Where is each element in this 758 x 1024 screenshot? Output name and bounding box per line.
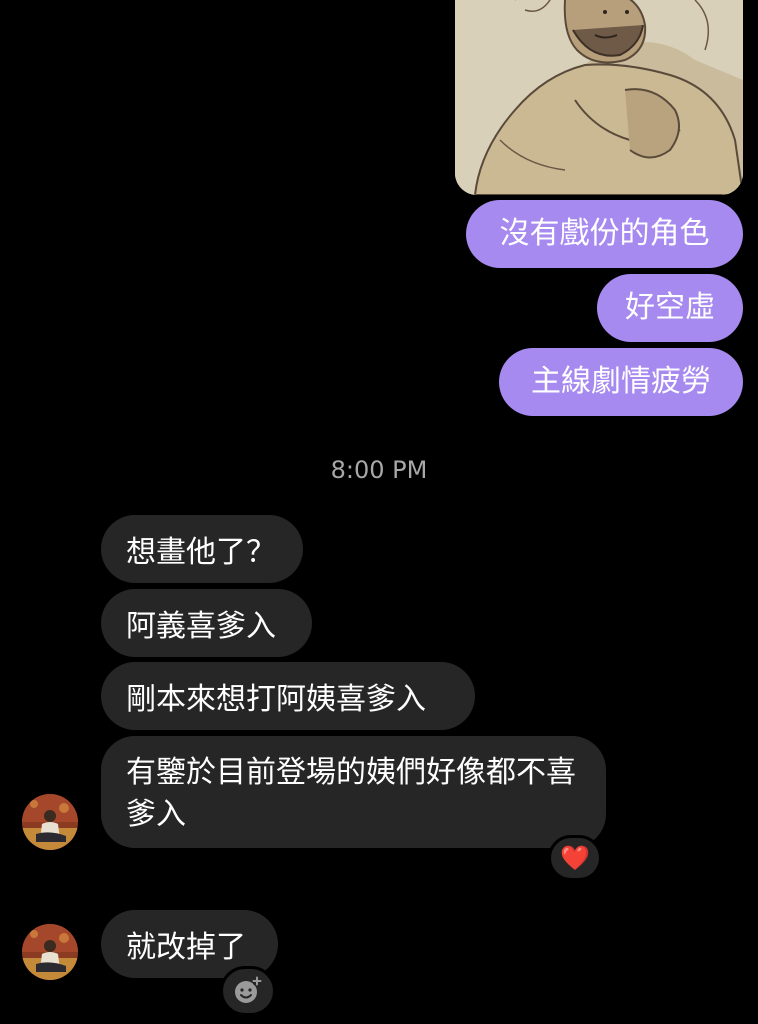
message-text: 想畫他了？ [126,535,276,570]
message-text: 沒有戲份的角色 [499,216,710,251]
avatar[interactable] [22,924,78,980]
sketch-drawing [455,0,743,195]
heart-reaction[interactable]: ❤️ [548,835,602,881]
shared-sketch-image[interactable] [455,0,743,195]
message-text: 就改掉了 [126,930,246,965]
incoming-message-3[interactable]: 剛本來想打阿姨喜爹入 [101,662,475,730]
message-timestamp: 8:00 PM [330,456,428,484]
outgoing-message-1[interactable]: 沒有戲份的角色 [466,200,743,268]
incoming-message-2[interactable]: 阿義喜爹入 [101,589,312,657]
add-reaction-icon [235,976,262,1003]
message-text: 有鑒於目前登場的姨們好像都不喜爹入 [126,755,576,832]
heart-reaction-icon: ❤️ [560,844,590,872]
message-text: 好空虛 [625,290,715,325]
incoming-message-1[interactable]: 想畫他了？ [101,515,303,583]
outgoing-message-3[interactable]: 主線劇情疲勞 [499,348,743,416]
avatar[interactable] [22,794,78,850]
message-text: 主線劇情疲勞 [531,364,711,399]
message-text: 阿義喜爹入 [126,609,276,644]
message-text: 剛本來想打阿姨喜爹入 [126,682,426,717]
incoming-message-4[interactable]: 有鑒於目前登場的姨們好像都不喜爹入 [101,736,606,848]
outgoing-message-2[interactable]: 好空虛 [597,274,743,342]
add-reaction-button[interactable] [220,966,276,1016]
avatar-image [22,924,78,980]
avatar-image [22,794,78,850]
